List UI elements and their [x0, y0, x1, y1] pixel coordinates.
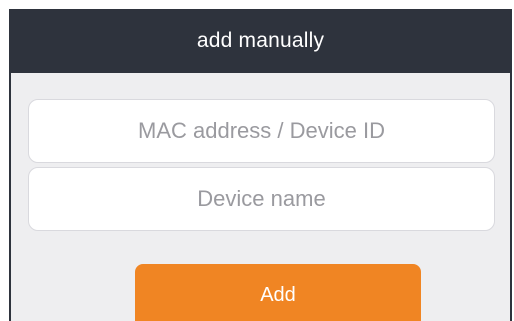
mac-address-input[interactable]	[28, 99, 495, 163]
dialog-header: add manually	[11, 9, 510, 73]
add-button[interactable]: Add	[135, 264, 421, 321]
device-name-input[interactable]	[28, 167, 495, 231]
dialog-title: add manually	[196, 29, 325, 52]
add-device-dialog: add manually Add	[9, 9, 512, 321]
